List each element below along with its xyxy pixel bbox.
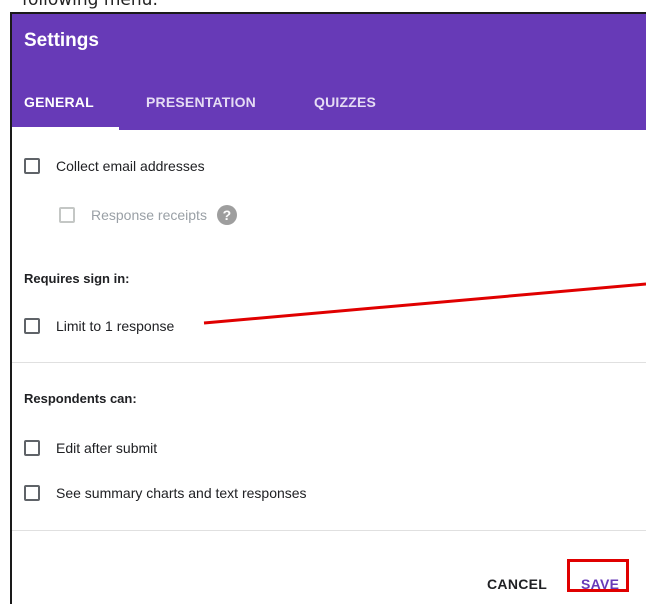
sign-in-heading: Requires sign in:: [24, 271, 130, 286]
see-summary-checkbox[interactable]: [24, 485, 40, 501]
option-response-receipts: Response receipts ?: [59, 205, 237, 225]
see-summary-label: See summary charts and text responses: [56, 485, 307, 501]
tab-presentation[interactable]: PRESENTATION: [146, 94, 256, 110]
dialog-title: Settings: [24, 30, 99, 51]
help-icon[interactable]: ?: [216, 205, 237, 225]
collect-email-label: Collect email addresses: [56, 158, 205, 174]
limit-one-response-checkbox[interactable]: [24, 318, 40, 334]
respondents-heading: Respondents can:: [24, 391, 137, 406]
settings-dialog: Settings GENERAL PRESENTATION QUIZZES Co…: [10, 12, 646, 604]
response-receipts-checkbox: [59, 207, 75, 223]
option-edit-after-submit[interactable]: Edit after submit: [24, 440, 157, 456]
section-divider: [12, 362, 646, 363]
dialog-header: Settings GENERAL PRESENTATION QUIZZES: [12, 14, 646, 130]
save-highlight-box: [567, 559, 629, 592]
footer-divider: [12, 530, 646, 531]
limit-one-response-label: Limit to 1 response: [56, 318, 175, 334]
option-collect-email[interactable]: Collect email addresses: [24, 158, 205, 174]
edit-after-submit-checkbox[interactable]: [24, 440, 40, 456]
intro-text: following menu:: [22, 0, 159, 10]
option-see-summary[interactable]: See summary charts and text responses: [24, 485, 307, 501]
tab-quizzes[interactable]: QUIZZES: [314, 94, 376, 110]
response-receipts-label: Response receipts: [91, 207, 207, 223]
option-limit-one-response[interactable]: Limit to 1 response: [24, 318, 174, 334]
active-tab-indicator: [12, 127, 119, 130]
collect-email-checkbox[interactable]: [24, 158, 40, 174]
edit-after-submit-label: Edit after submit: [56, 440, 158, 456]
tab-general[interactable]: GENERAL: [24, 94, 94, 110]
cancel-button[interactable]: CANCEL: [487, 576, 547, 592]
